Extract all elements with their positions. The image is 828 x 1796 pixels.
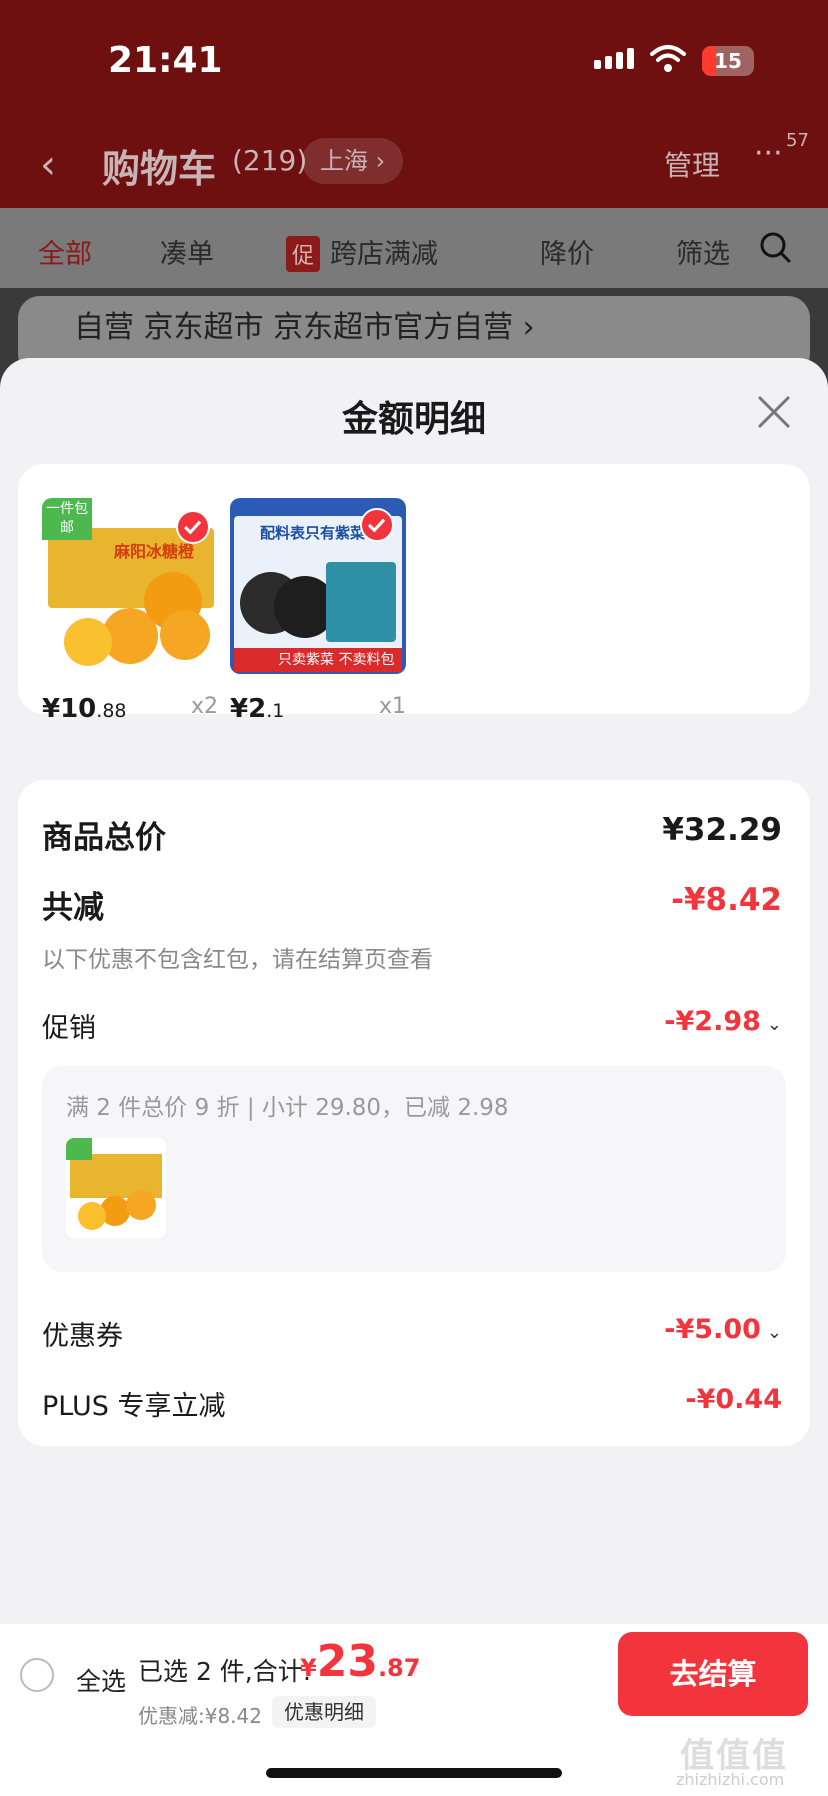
more-icon[interactable]: ··· (754, 136, 783, 171)
product-qty: x1 (378, 694, 406, 719)
shop-row-label: 自营 京东超市 京东超市官方自营 › (74, 310, 535, 345)
cart-count: (219) (232, 144, 308, 177)
status-time: 21:41 (108, 40, 223, 81)
home-indicator (266, 1768, 562, 1778)
discount-detail-button[interactable]: 优惠明细 (272, 1696, 376, 1728)
product-item[interactable]: 一件包邮 麻阳冰糖橙 ¥10.88 x2 (42, 498, 218, 724)
goods-total-row: 商品总价 ¥32.29 (42, 812, 782, 857)
tab-price-drop[interactable]: 降价 (540, 232, 594, 271)
product-price: ¥2.1 (230, 694, 285, 724)
promotion-detail-text: 满 2 件总价 9 折 | 小计 29.80，已减 2.98 (66, 1095, 509, 1121)
seaweed-pack-bottom-text: 只卖紫菜 不卖料包 (234, 648, 402, 672)
plus-discount-value: -¥0.44 (685, 1384, 782, 1415)
checkout-bar: 全选 已选 2 件,合计: ¥23.87 优惠减:¥8.42 优惠明细 去结算 … (0, 1624, 828, 1796)
select-all-radio[interactable] (20, 1658, 54, 1692)
coupon-label: 优惠券 (42, 1321, 123, 1352)
selected-check-icon (176, 510, 210, 544)
battery-icon: 15 (702, 46, 754, 76)
promotion-label: 促销 (42, 1013, 96, 1044)
manage-button[interactable]: 管理 (664, 144, 720, 184)
product-item[interactable]: 配料表只有紫菜 只卖紫菜 不卖料包 ¥2.1 x1 (230, 498, 406, 724)
cart-header-background: 21:41 15 ‹ 购物车 (219) 上海 › 管理 ··· 57 (0, 0, 828, 208)
message-count-badge: 57 (786, 130, 809, 151)
tab-filter[interactable]: 筛选 (676, 232, 730, 271)
seaweed-pack-image: 配料表只有紫菜 只卖紫菜 不卖料包 (230, 498, 406, 674)
coupon-row[interactable]: 优惠券 -¥5.00 ⌄ (42, 1314, 782, 1353)
signal-icon (594, 48, 634, 69)
chevron-down-icon: ⌄ (766, 1014, 782, 1035)
plus-discount-label: PLUS 专享立减 (42, 1391, 226, 1422)
cart-title: 购物车 (102, 147, 217, 191)
cart-filter-tabs: 全部 凑单 促跨店满减 降价 筛选 (0, 208, 828, 288)
product-qty: x2 (190, 694, 218, 719)
promo-tag: 促 (286, 236, 321, 272)
total-price: ¥23.87 (300, 1636, 421, 1687)
selected-products-card: 一件包邮 麻阳冰糖橙 ¥10.88 x2 配料表只有紫菜 只卖紫菜 不卖料包 ¥… (18, 464, 810, 724)
total-discount-value: -¥8.42 (671, 882, 782, 918)
orange-box-thumbnail (66, 1138, 166, 1238)
selected-check-icon (360, 508, 394, 542)
seaweed-pack-top-text: 配料表只有紫菜 (260, 524, 366, 542)
select-all-label[interactable]: 全选 (76, 1662, 126, 1698)
orange-box-image: 一件包邮 麻阳冰糖橙 (42, 498, 218, 674)
wifi-icon (650, 45, 686, 72)
coupon-value: -¥5.00 ⌄ (664, 1314, 782, 1345)
close-icon[interactable] (756, 394, 792, 430)
goods-total-label: 商品总价 (42, 820, 166, 856)
discount-summary: 优惠减:¥8.42 (138, 1704, 262, 1728)
promotion-detail-box: 满 2 件总价 9 折 | 小计 29.80，已减 2.98 (42, 1066, 786, 1272)
chevron-down-icon: ⌄ (766, 1322, 782, 1343)
amount-detail-sheet: 金额明细 一件包邮 麻阳冰糖橙 ¥10.88 x2 配料表只有紫菜 只卖紫菜 不… (0, 358, 828, 1628)
price-summary-card: 商品总价 ¥32.29 共减 -¥8.42 以下优惠不包含红包，请在结算页查看 … (18, 780, 810, 1446)
discount-note: 以下优惠不包含红包，请在结算页查看 (42, 940, 782, 974)
cart-nav-bar: ‹ 购物车 (219) 上海 › 管理 ··· 57 (0, 120, 828, 208)
tab-cross-store-label: 跨店满减 (330, 239, 439, 270)
goods-total-value: ¥32.29 (662, 812, 782, 848)
search-icon[interactable] (758, 230, 792, 264)
selected-count: 已选 2 件,合计: (138, 1657, 312, 1686)
status-bar: 21:41 15 (0, 0, 828, 120)
location-pill[interactable]: 上海 › (302, 138, 404, 184)
tab-all[interactable]: 全部 (38, 232, 92, 271)
plus-discount-row: PLUS 专享立减 -¥0.44 (42, 1384, 782, 1423)
watermark-url: zhizhizhi.com (676, 1770, 785, 1789)
free-shipping-badge: 一件包邮 (42, 498, 92, 540)
sheet-title: 金额明细 (341, 399, 486, 440)
discount-note-text: 以下优惠不包含红包，请在结算页查看 (42, 947, 433, 973)
back-icon[interactable]: ‹ (40, 142, 56, 188)
tab-bundle[interactable]: 凑单 (160, 232, 214, 271)
total-discount-label: 共减 (42, 890, 104, 926)
checkout-button[interactable]: 去结算 (618, 1632, 808, 1716)
total-discount-row: 共减 -¥8.42 (42, 882, 782, 927)
promotion-value: -¥2.98 ⌄ (664, 1006, 782, 1037)
tab-cross-store[interactable]: 促跨店满减 (286, 232, 438, 272)
product-price: ¥10.88 (42, 694, 127, 724)
promotion-row[interactable]: 促销 -¥2.98 ⌄ (42, 1006, 782, 1045)
